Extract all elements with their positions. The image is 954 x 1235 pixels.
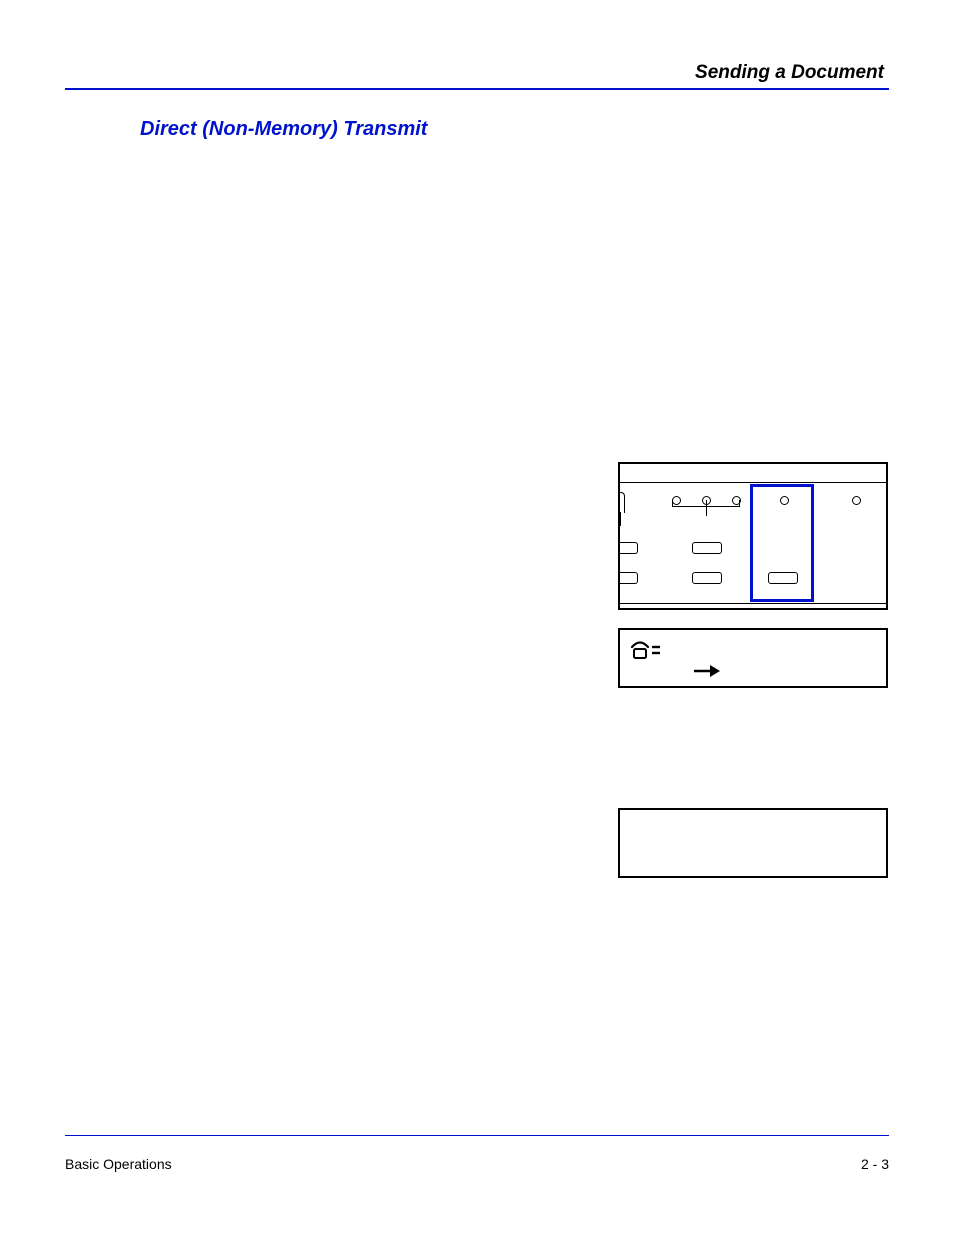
highlight-box — [750, 484, 814, 602]
led-icon — [852, 496, 861, 505]
panel-divider-bottom — [620, 603, 886, 604]
bracket-icon — [672, 506, 740, 518]
arrow-right-icon — [692, 664, 720, 683]
panel-button — [620, 572, 638, 584]
panel-button — [692, 572, 722, 584]
lcd-display-phone — [618, 628, 888, 688]
chapter-title: Sending a Document — [695, 62, 884, 84]
footer-page-number: 2 - 3 — [861, 1156, 889, 1172]
footer-rule — [65, 1135, 889, 1136]
panel-button — [692, 542, 722, 554]
led-icon — [672, 496, 681, 505]
panel-divider-top — [620, 482, 886, 483]
control-panel-diagram — [618, 462, 888, 610]
panel-button — [620, 542, 638, 554]
footer-left: Basic Operations — [65, 1156, 172, 1172]
panel-edge-curve — [618, 492, 625, 513]
panel-edge-stub — [618, 512, 621, 526]
phone-icon — [630, 638, 666, 665]
lcd-display-empty — [618, 808, 888, 878]
header-rule — [65, 88, 889, 90]
section-title: Direct (Non-Memory) Transmit — [140, 118, 427, 141]
